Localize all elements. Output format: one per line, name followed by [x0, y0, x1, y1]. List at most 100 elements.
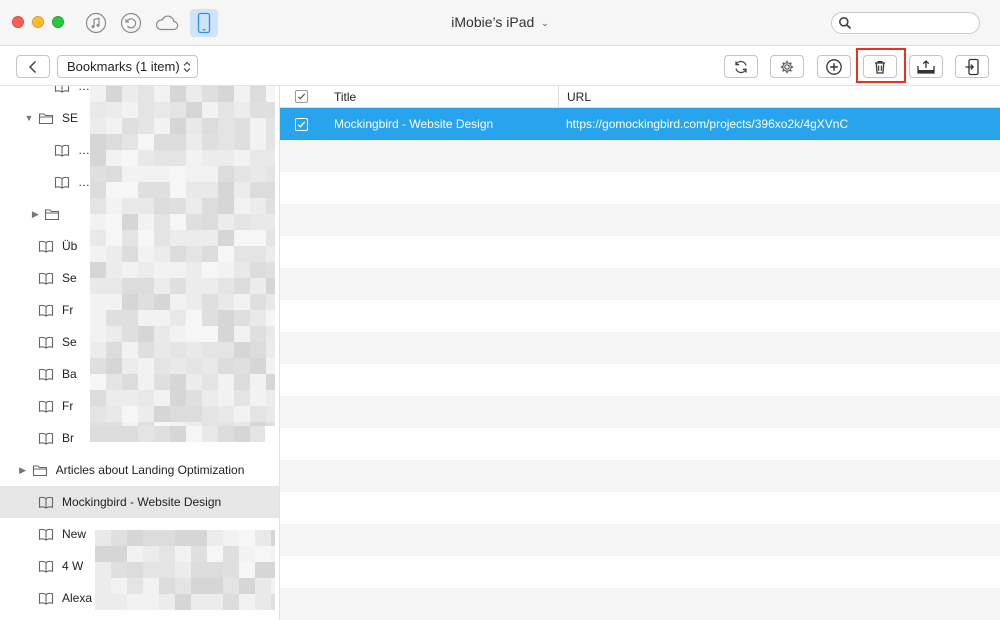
- table-row-empty: [280, 300, 1000, 332]
- chevron-left-icon: [28, 60, 37, 73]
- tree-folder[interactable]: ▼ SE: [0, 102, 279, 134]
- tree-item-label: Alexa - Top Sites in United States: [62, 591, 240, 605]
- tree-folder[interactable]: ▶: [0, 198, 279, 230]
- tree-bookmark[interactable]: 4 W: [0, 550, 279, 582]
- tree-item-label: Articles about Landing Optimization: [55, 463, 245, 477]
- tree-item-label: 4 W: [62, 559, 84, 573]
- tree-bookmark[interactable]: …: [0, 86, 279, 102]
- bookmark-icon-wrap: [38, 527, 54, 541]
- collapsed-arrow-icon[interactable]: ▶: [30, 209, 40, 220]
- refresh-button[interactable]: [724, 55, 758, 78]
- folder-icon: [38, 112, 54, 124]
- table-row-empty: [280, 172, 1000, 204]
- table-row[interactable]: Mockingbird - Website Design https://gomo…: [280, 108, 1000, 140]
- folder-icon-wrap: [38, 111, 54, 125]
- bookmark-icon-wrap: [54, 143, 70, 157]
- tree-bookmark[interactable]: Br: [0, 422, 279, 454]
- tree-item-label: …: [78, 143, 90, 157]
- column-header-url[interactable]: URL: [567, 86, 591, 108]
- folder-icon: [45, 208, 60, 220]
- tree-bookmark[interactable]: Fr: [0, 294, 279, 326]
- tree-bookmark[interactable]: …: [0, 166, 279, 198]
- column-header-title[interactable]: Title: [334, 86, 356, 108]
- tree-bookmark[interactable]: Alexa - Top Sites in United States: [0, 582, 279, 614]
- bookmark-icon-wrap: [54, 175, 70, 189]
- search-input[interactable]: [854, 15, 974, 31]
- tree-item-label: Mockingbird - Website Design: [62, 495, 222, 509]
- tree-folder[interactable]: ▶ Articles about Landing Optimization: [0, 454, 279, 486]
- device-title: iMobie’s iPad: [451, 14, 535, 30]
- checkmark-icon: [297, 121, 306, 128]
- row-checkbox[interactable]: [295, 118, 308, 131]
- refresh-icon: [735, 60, 747, 73]
- bookmark-icon: [38, 240, 54, 253]
- bookmark-icon-wrap: [38, 559, 54, 573]
- row-title: Mockingbird - Website Design: [334, 117, 494, 131]
- bookmark-icon-wrap: [38, 239, 54, 253]
- expanded-arrow-icon[interactable]: ▼: [24, 113, 34, 123]
- toolbar: Bookmarks (1 item): [0, 46, 1000, 86]
- delete-button[interactable]: [863, 55, 897, 78]
- add-button[interactable]: [817, 55, 851, 78]
- bookmark-icon-wrap: [38, 271, 54, 285]
- tree-bookmark[interactable]: Se: [0, 326, 279, 358]
- table-row-empty: [280, 492, 1000, 524]
- bookmark-icon: [38, 336, 54, 349]
- send-to-device-icon: [965, 58, 979, 75]
- tree-bookmark[interactable]: New: [0, 518, 279, 550]
- search-box[interactable]: [831, 12, 980, 34]
- table-row-empty: [280, 236, 1000, 268]
- bookmark-icon-wrap: [38, 303, 54, 317]
- tree-bookmark[interactable]: Üb: [0, 230, 279, 262]
- export-to-computer-button[interactable]: [909, 55, 943, 78]
- table-row-empty: [280, 556, 1000, 588]
- bookmark-icon: [54, 144, 70, 157]
- tree-item-label: Se: [62, 335, 77, 349]
- bookmark-icon-wrap: [38, 367, 54, 381]
- title-bar: iMobie’s iPad ⌄: [0, 0, 1000, 46]
- updown-chevron-icon: [183, 61, 191, 72]
- tree-item-label: New: [62, 527, 87, 541]
- tree-bookmark[interactable]: Mockingbird - Website Design: [0, 486, 279, 518]
- send-to-device-button[interactable]: [955, 55, 989, 78]
- tree-bookmark[interactable]: Se: [0, 262, 279, 294]
- tree-item-label: SE: [62, 111, 79, 125]
- table-header: Title URL: [280, 86, 1000, 108]
- back-button[interactable]: [16, 55, 50, 78]
- tree-item-label: …: [78, 175, 90, 189]
- bookmark-icon: [38, 560, 54, 573]
- bookmark-icon: [38, 272, 54, 285]
- folder-icon-wrap: [44, 207, 60, 221]
- tree-item-label: Üb: [62, 239, 78, 253]
- checkmark-icon: [297, 93, 306, 100]
- bookmark-icon-wrap: [38, 399, 54, 413]
- tree-bookmark[interactable]: …: [0, 134, 279, 166]
- select-all-checkbox[interactable]: [295, 90, 308, 104]
- bookmark-icon: [54, 86, 70, 93]
- bookmark-icon: [38, 400, 54, 413]
- tree-item-label: Ba: [62, 367, 77, 381]
- tree-bookmark[interactable]: Fr: [0, 390, 279, 422]
- breadcrumb-dropdown[interactable]: Bookmarks (1 item): [57, 55, 198, 78]
- bookmark-icon: [38, 368, 54, 381]
- bookmark-icon-wrap: [38, 495, 54, 509]
- table-row-empty: [280, 268, 1000, 300]
- tree-item-label: …: [78, 86, 90, 93]
- table-row-empty: [280, 204, 1000, 236]
- column-divider: [558, 86, 559, 108]
- settings-button[interactable]: [770, 55, 804, 78]
- bookmark-icon: [38, 304, 54, 317]
- add-icon: [826, 58, 842, 75]
- bookmark-table: Title URL Mockingbird - Website Design ht…: [280, 86, 1000, 620]
- bookmark-icon-wrap: [54, 86, 70, 93]
- table-row-empty: [280, 396, 1000, 428]
- table-row-empty: [280, 140, 1000, 172]
- bookmark-icon-wrap: [38, 431, 54, 445]
- trash-icon: [875, 60, 885, 74]
- tree-bookmark[interactable]: Ba: [0, 358, 279, 390]
- collapsed-arrow-icon[interactable]: ▶: [18, 465, 28, 476]
- export-to-computer-icon: [917, 59, 935, 74]
- tree-item-label: Se: [62, 271, 77, 285]
- bookmark-icon-wrap: [38, 335, 54, 349]
- table-row-empty: [280, 460, 1000, 492]
